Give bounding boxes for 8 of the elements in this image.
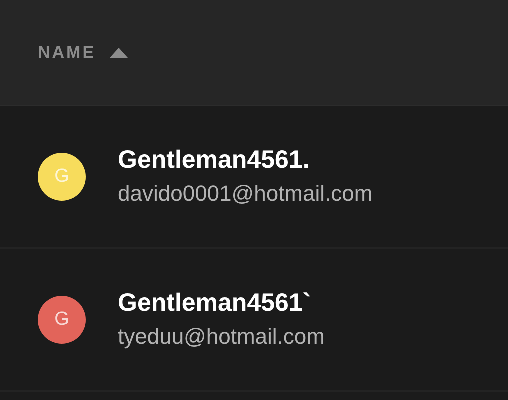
avatar: G <box>38 152 86 200</box>
column-header[interactable]: NAME <box>0 0 508 106</box>
user-name: Gentleman4561. <box>118 146 311 175</box>
column-label: NAME <box>38 42 96 62</box>
user-email: davido0001@hotmail.com <box>118 181 373 207</box>
avatar: G <box>38 296 86 344</box>
user-name: Gentleman4561` <box>118 289 312 318</box>
user-email: tyeduu@hotmail.com <box>118 324 325 350</box>
